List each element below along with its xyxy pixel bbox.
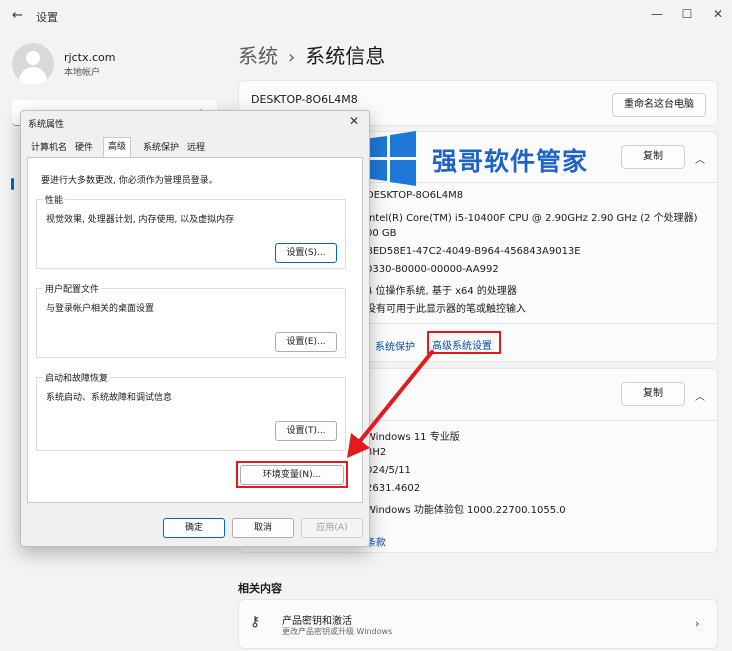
cancel-button[interactable]: 取消 [232, 518, 294, 538]
win-edition: Windows 11 专业版 [366, 432, 460, 443]
advanced-system-settings-link[interactable]: 高级系统设置 [432, 337, 492, 352]
tab-remote[interactable]: 远程 [183, 139, 209, 157]
watermark-text: 强哥软件管家 [432, 147, 589, 176]
minimize-button[interactable]: — [642, 2, 672, 26]
avatar-head-icon [26, 51, 40, 65]
startup-recovery-settings-button[interactable]: 设置(T)... [275, 421, 337, 441]
copy-windows-specs-button[interactable]: 复制 [621, 382, 685, 406]
tab-hardware[interactable]: 硬件 [71, 139, 97, 157]
dialog-close-icon[interactable]: ✕ [349, 114, 359, 128]
user-profile-settings-button[interactable]: 设置(E)... [275, 332, 337, 352]
win-experience: Windows 功能体验包 1000.22700.1055.0 [366, 505, 566, 516]
breadcrumb-separator-icon: › [288, 47, 296, 68]
breadcrumb: 系统 › 系统信息 [238, 40, 385, 69]
environment-variables-button[interactable]: 环境变量(N)... [240, 465, 344, 485]
tab-computer-name[interactable]: 计算机名 [27, 139, 71, 157]
rename-pc-button[interactable]: 重命名这台电脑 [612, 93, 706, 117]
win-build: 2631.4602 [366, 483, 421, 494]
breadcrumb-parent[interactable]: 系统 [238, 44, 278, 68]
spec-device-name: DESKTOP-8O6L4M8 [366, 190, 464, 201]
user-profile-title: 用户配置文件 [43, 282, 102, 295]
performance-title: 性能 [43, 193, 66, 206]
avatar[interactable] [12, 43, 54, 85]
spec-ram: 00 GB [366, 228, 397, 239]
chevron-up-icon[interactable]: ︿ [695, 388, 705, 403]
startup-recovery-title: 启动和故障恢复 [43, 371, 111, 384]
product-key-subtitle: 更改产品密钥或升级 Windows [282, 627, 393, 636]
page-title: 系统信息 [305, 44, 386, 68]
spec-pen-touch: 没有可用于此显示器的笔或触控输入 [366, 304, 526, 315]
windows-logo-icon [364, 131, 416, 186]
sidebar-selected-indicator [11, 178, 14, 190]
tab-advanced[interactable]: 高级 [103, 137, 132, 158]
startup-recovery-desc: 系统启动、系统故障和调试信息 [46, 393, 173, 403]
account-type: 本地帐户 [64, 68, 101, 78]
device-name: DESKTOP-8O6L4M8 [251, 93, 358, 106]
tab-system-protection[interactable]: 系统保护 [139, 139, 183, 157]
account-name: rjctx.com [64, 51, 116, 64]
ok-button[interactable]: 确定 [163, 518, 225, 538]
apply-button: 应用(A) [301, 518, 363, 538]
back-arrow-icon[interactable]: ← [12, 8, 23, 23]
key-icon: ⚷ [250, 614, 261, 630]
spec-processor: Intel(R) Core(TM) i5-10400F CPU @ 2.90GH… [366, 213, 698, 224]
chevron-up-icon[interactable]: ︿ [695, 151, 705, 166]
system-protection-link[interactable]: 系统保护 [375, 338, 415, 353]
performance-desc: 视觉效果, 处理器计划, 内存使用, 以及虚拟内存 [46, 215, 235, 225]
system-properties-dialog: 系统属性 ✕ 计算机名 硬件 高级 系统保护 远程 要进行大多数更改, 你必须作… [20, 110, 370, 547]
related-heading: 相关内容 [238, 582, 282, 595]
user-profile-desc: 与登录帐户相关的桌面设置 [46, 304, 155, 314]
title-bar: ← 设置 — ☐ ✕ [0, 0, 732, 32]
performance-settings-button[interactable]: 设置(S)... [275, 243, 337, 263]
win-install-date: 024/5/11 [366, 465, 411, 476]
maximize-button[interactable]: ☐ [672, 2, 702, 26]
app-title: 设置 [36, 11, 58, 24]
copy-specs-button[interactable]: 复制 [621, 145, 685, 169]
product-key-title: 产品密钥和激活 [282, 616, 352, 627]
dialog-title: 系统属性 [28, 120, 65, 130]
spec-product-id: 0330-80000-00000-AA992 [366, 264, 499, 275]
chevron-right-icon: › [695, 617, 700, 630]
close-button[interactable]: ✕ [703, 2, 732, 26]
spec-system-type: 4 位操作系统, 基于 x64 的处理器 [366, 286, 517, 297]
spec-device-id: BED58E1-47C2-4049-B964-456843A9013E [366, 246, 581, 257]
admin-note: 要进行大多数更改, 你必须作为管理员登录。 [41, 176, 218, 186]
avatar-body-icon [19, 67, 47, 85]
